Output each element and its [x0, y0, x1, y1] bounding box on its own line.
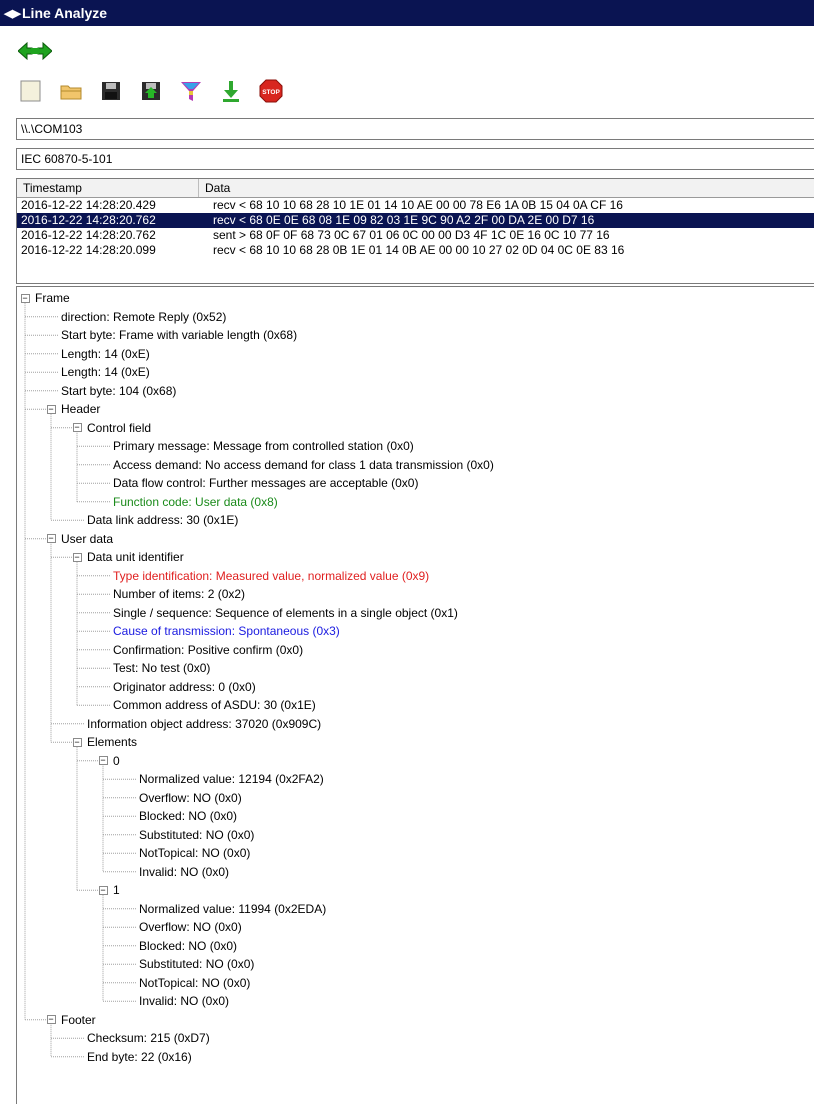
- tree-leaf-node[interactable]: Normalized value: 12194 (0x2FA2): [139, 770, 324, 788]
- frame-tree: − Frame direction: Remote Reply (0x52) Star…: [16, 286, 814, 1104]
- column-header-data[interactable]: Data: [199, 179, 236, 197]
- tree-leaf-node[interactable]: Invalid: NO (0x0): [139, 992, 229, 1010]
- cell-timestamp: 2016-12-22 14:28:20.762: [21, 228, 156, 242]
- collapse-icon[interactable]: −: [98, 885, 108, 895]
- collapse-icon[interactable]: −: [20, 293, 30, 303]
- tree-leaf-node[interactable]: Substituted: NO (0x0): [139, 826, 254, 844]
- message-table: Timestamp Data 2016-12-22 14:28:20.429 re…: [16, 178, 814, 284]
- toolbar: STOP: [0, 26, 814, 110]
- tree-leaf-node[interactable]: Blocked: NO (0x0): [139, 937, 237, 955]
- tree-leaf-node[interactable]: NotTopical: NO (0x0): [139, 974, 250, 992]
- tree-group-node[interactable]: Control field: [87, 419, 151, 437]
- filter-icon[interactable]: [178, 78, 204, 104]
- connect-arrows-icon[interactable]: [18, 40, 52, 62]
- tree-leaf-node[interactable]: Start byte: Frame with variable length (…: [61, 326, 297, 344]
- cell-timestamp: 2016-12-22 14:28:20.429: [21, 198, 156, 212]
- tree-group-node[interactable]: Footer: [61, 1011, 96, 1029]
- tree-leaf-node[interactable]: Originator address: 0 (0x0): [113, 678, 256, 696]
- tree-leaf-node[interactable]: Common address of ASDU: 30 (0x1E): [113, 696, 316, 714]
- stop-sign-icon[interactable]: STOP: [258, 78, 284, 104]
- tree-leaf-node[interactable]: Type identification: Measured value, nor…: [113, 567, 429, 585]
- cell-data: sent > 68 0F 0F 68 73 0C 67 01 06 0C 00 …: [213, 228, 610, 242]
- open-folder-icon[interactable]: [58, 78, 84, 104]
- new-file-icon[interactable]: [18, 78, 44, 104]
- tree-leaf-node[interactable]: Single / sequence: Sequence of elements …: [113, 604, 458, 622]
- tree-group-node[interactable]: Elements: [87, 733, 137, 751]
- table-row[interactable]: 2016-12-22 14:28:20.762 recv < 68 0E 0E 6…: [17, 213, 814, 228]
- tree-leaf-node[interactable]: Test: No test (0x0): [113, 659, 210, 677]
- cell-timestamp: 2016-12-22 14:28:20.762: [21, 213, 156, 227]
- tree-leaf-node[interactable]: End byte: 22 (0x16): [87, 1048, 192, 1066]
- tree-leaf-node[interactable]: Function code: User data (0x8): [113, 493, 278, 511]
- tree-leaf-node[interactable]: Blocked: NO (0x0): [139, 807, 237, 825]
- cell-data: recv < 68 0E 0E 68 08 1E 09 82 03 1E 9C …: [213, 213, 595, 227]
- tree-leaf-node[interactable]: NotTopical: NO (0x0): [139, 844, 250, 862]
- cell-data: recv < 68 10 10 68 28 0B 1E 01 14 0B AE …: [213, 243, 625, 257]
- download-arrow-icon[interactable]: [218, 78, 244, 104]
- tree-leaf-node[interactable]: Data flow control: Further messages are …: [113, 474, 418, 492]
- tree-group-node[interactable]: 1: [113, 881, 120, 899]
- tree-leaf-node[interactable]: Normalized value: 11994 (0x2EDA): [139, 900, 326, 918]
- title-bar: ◀▶ Line Analyze: [0, 0, 814, 26]
- tree-leaf-node[interactable]: Start byte: 104 (0x68): [61, 382, 176, 400]
- tree-leaf-node[interactable]: direction: Remote Reply (0x52): [61, 308, 226, 326]
- export-disk-icon[interactable]: [138, 78, 164, 104]
- tree-leaf-node[interactable]: Confirmation: Positive confirm (0x0): [113, 641, 303, 659]
- svg-text:STOP: STOP: [262, 89, 280, 96]
- tree-group-node[interactable]: Frame: [35, 289, 70, 307]
- protocol-field[interactable]: [16, 148, 814, 170]
- collapse-icon[interactable]: −: [46, 1015, 56, 1025]
- tree-group-node[interactable]: Data unit identifier: [87, 548, 184, 566]
- tree-leaf-node[interactable]: Overflow: NO (0x0): [139, 918, 242, 936]
- column-header-timestamp[interactable]: Timestamp: [17, 179, 199, 197]
- window-title: Line Analyze: [22, 5, 108, 21]
- save-disk-icon[interactable]: [98, 78, 124, 104]
- tree-leaf-node[interactable]: Length: 14 (0xE): [61, 363, 150, 381]
- collapse-icon[interactable]: −: [46, 404, 56, 414]
- collapse-icon[interactable]: −: [72, 423, 82, 433]
- tree-leaf-node[interactable]: Substituted: NO (0x0): [139, 955, 254, 973]
- tree-group-node[interactable]: User data: [61, 530, 113, 548]
- tree-leaf-node[interactable]: Access demand: No access demand for clas…: [113, 456, 494, 474]
- table-header: Timestamp Data: [17, 179, 814, 198]
- tree-leaf-node[interactable]: Overflow: NO (0x0): [139, 789, 242, 807]
- collapse-icon[interactable]: −: [98, 756, 108, 766]
- tree-leaf-node[interactable]: Information object address: 37020 (0x909…: [87, 715, 321, 733]
- left-margin: [0, 110, 16, 1104]
- tree-leaf-node[interactable]: Length: 14 (0xE): [61, 345, 150, 363]
- cell-timestamp: 2016-12-22 14:28:20.099: [21, 243, 156, 257]
- collapse-icon[interactable]: −: [72, 552, 82, 562]
- tree-group-node[interactable]: Header: [61, 400, 100, 418]
- port-field[interactable]: [16, 118, 814, 140]
- tree-leaf-node[interactable]: Data link address: 30 (0x1E): [87, 511, 238, 529]
- tree-group-node[interactable]: 0: [113, 752, 120, 770]
- table-row[interactable]: 2016-12-22 14:28:20.099 recv < 68 10 10 6…: [17, 243, 814, 258]
- tree-leaf-node[interactable]: Number of items: 2 (0x2): [113, 585, 245, 603]
- tree-leaf-node[interactable]: Primary message: Message from controlled…: [113, 437, 414, 455]
- tree-leaf-node[interactable]: Checksum: 215 (0xD7): [87, 1029, 210, 1047]
- tree-leaf-node[interactable]: Invalid: NO (0x0): [139, 863, 229, 881]
- tree-leaf-node[interactable]: Cause of transmission: Spontaneous (0x3): [113, 622, 340, 640]
- double-arrow-icon: ◀▶: [4, 7, 21, 20]
- collapse-icon[interactable]: −: [72, 737, 82, 747]
- table-row[interactable]: 2016-12-22 14:28:20.762 sent > 68 0F 0F 6…: [17, 228, 814, 243]
- collapse-icon[interactable]: −: [46, 534, 56, 544]
- table-row[interactable]: 2016-12-22 14:28:20.429 recv < 68 10 10 6…: [17, 198, 814, 213]
- cell-data: recv < 68 10 10 68 28 10 1E 01 14 10 AE …: [213, 198, 623, 212]
